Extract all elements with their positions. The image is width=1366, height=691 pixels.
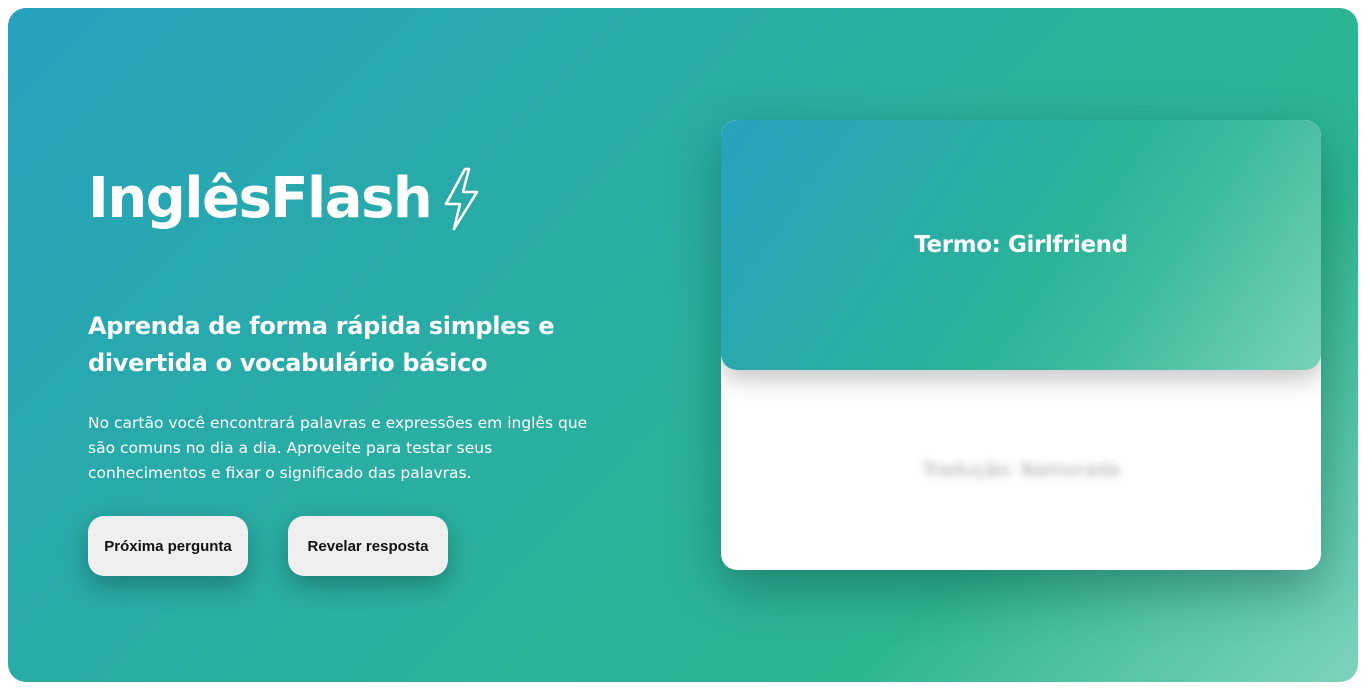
flashcard-front: Termo: Girlfriend — [721, 120, 1321, 370]
description: No cartão você encontrará palavras e exp… — [88, 414, 588, 482]
headline: Aprenda de forma rápida simples e divert… — [88, 312, 555, 377]
flashcard-term: Termo: Girlfriend — [914, 232, 1128, 258]
flashcard-back: Tradução: Namorada — [721, 370, 1321, 570]
flashcard-translation: Tradução: Namorada — [922, 459, 1120, 481]
app-background: InglêsFlash Aprenda de forma rápida simp… — [8, 8, 1358, 682]
brand-title: InglêsFlash — [88, 166, 433, 231]
brand: InglêsFlash — [88, 166, 483, 232]
lightning-bolt-icon — [439, 166, 483, 232]
action-buttons: Próxima pergunta Revelar resposta — [88, 516, 448, 576]
reveal-answer-button[interactable]: Revelar resposta — [288, 516, 448, 576]
next-question-button[interactable]: Próxima pergunta — [88, 516, 248, 576]
flashcard[interactable]: Termo: Girlfriend Tradução: Namorada — [721, 120, 1321, 570]
